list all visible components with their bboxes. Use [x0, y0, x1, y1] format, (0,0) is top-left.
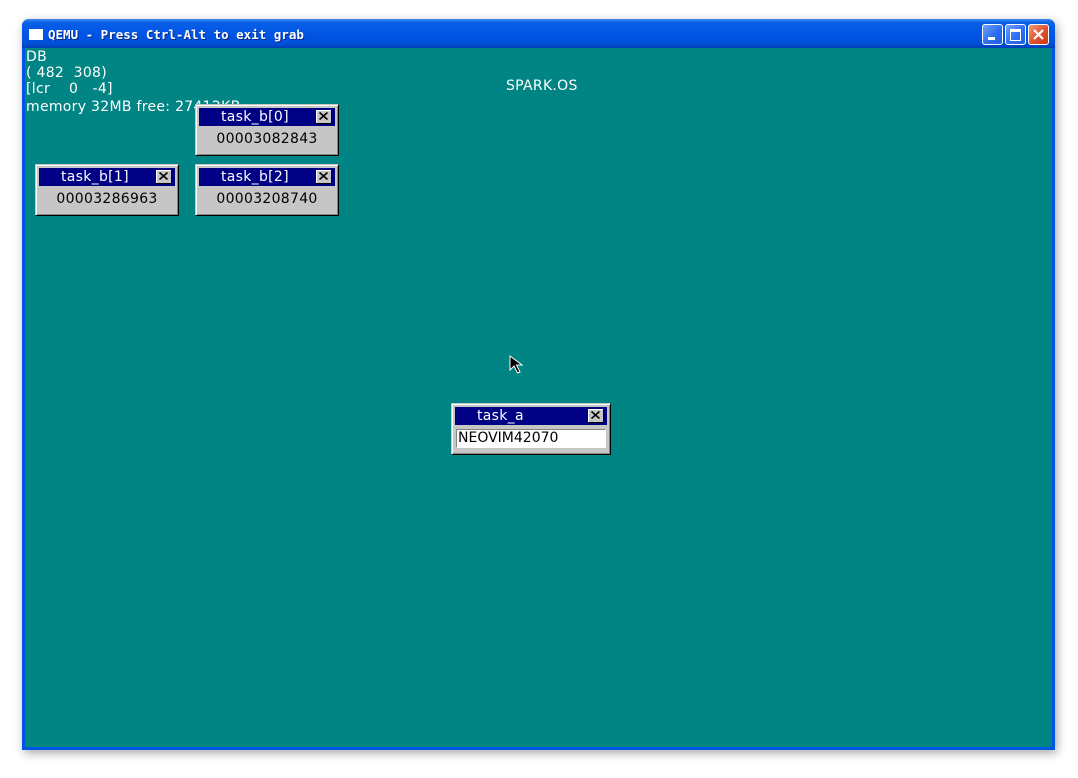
window-task-a[interactable]: task_a NEOVIM42070 [451, 403, 611, 455]
window-title: task_b[2] [221, 169, 289, 185]
window-close-button[interactable] [316, 110, 332, 124]
mouse-cursor-icon [509, 355, 524, 374]
window-titlebar[interactable]: task_b[1] [39, 168, 175, 186]
window-close-button[interactable] [316, 170, 332, 184]
text-input-field[interactable]: NEOVIM42070 [456, 429, 606, 448]
close-icon [319, 112, 328, 120]
window-title: task_b[0] [221, 109, 289, 125]
window-task-b2[interactable]: task_b[2] 00003208740 [195, 164, 339, 216]
close-button[interactable] [1028, 24, 1049, 45]
window-titlebar[interactable]: task_a [455, 407, 607, 425]
guest-desktop[interactable]: DB ( 482 308) [lcr 0 -4] memory 32MB fre… [25, 48, 1052, 747]
close-icon [1033, 29, 1044, 40]
minimize-button[interactable] [982, 24, 1003, 45]
counter-value: 00003208740 [216, 191, 318, 207]
counter-value: 00003286963 [56, 191, 158, 207]
os-title: SPARK.OS [506, 78, 578, 94]
window-titlebar[interactable]: task_b[2] [199, 168, 335, 186]
counter-value: 00003082843 [216, 131, 318, 147]
close-icon [591, 411, 600, 419]
window-close-button[interactable] [156, 170, 172, 184]
qemu-titlebar[interactable]: QEMU - Press Ctrl-Alt to exit grab [22, 19, 1055, 48]
window-title: task_b[1] [61, 169, 129, 185]
window-task-b0[interactable]: task_b[0] 00003082843 [195, 104, 339, 156]
debug-line-mouse-position: ( 482 308) [26, 65, 108, 81]
close-icon [319, 172, 328, 180]
close-icon [159, 172, 168, 180]
qemu-window-title: QEMU - Press Ctrl-Alt to exit grab [48, 27, 304, 42]
app-window-icon [29, 29, 43, 40]
debug-line-mouse-buttons: [lcr 0 -4] [26, 81, 113, 97]
maximize-button[interactable] [1005, 24, 1026, 45]
window-title: task_a [477, 408, 524, 424]
window-titlebar[interactable]: task_b[0] [199, 108, 335, 126]
window-close-button[interactable] [588, 409, 604, 423]
window-task-b1[interactable]: task_b[1] 00003286963 [35, 164, 179, 216]
debug-line-key: DB [26, 49, 47, 65]
qemu-window: QEMU - Press Ctrl-Alt to exit grab DB ( … [22, 19, 1055, 750]
